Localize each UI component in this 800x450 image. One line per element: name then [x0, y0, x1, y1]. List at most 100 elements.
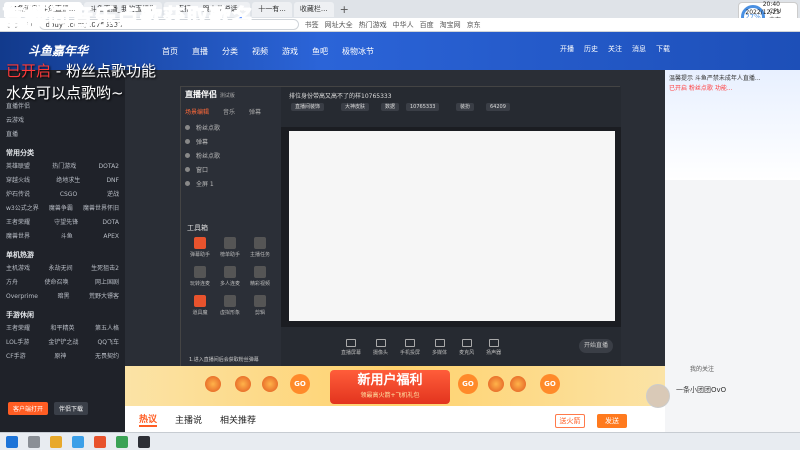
- info-chip[interactable]: 装扮: [456, 103, 475, 111]
- tool-item[interactable]: 多人连麦: [215, 266, 245, 287]
- tab-hot[interactable]: 热议: [139, 412, 158, 427]
- scene-item[interactable]: 弹幕: [185, 135, 208, 147]
- category-row[interactable]: Overprime 暗黑 荒野大镖客: [0, 290, 125, 304]
- gift-icon[interactable]: [205, 376, 221, 392]
- panel-item[interactable]: 直播: [0, 128, 125, 142]
- source-item[interactable]: 麦克风: [459, 338, 474, 356]
- info-chip[interactable]: 大神皮肤: [341, 103, 370, 111]
- nav-item[interactable]: 极物冰节: [342, 46, 374, 57]
- app-icon[interactable]: [116, 435, 128, 448]
- scene-item[interactable]: 粉丝点歌: [185, 149, 220, 161]
- browser-tab[interactable]: 十一有...: [252, 1, 292, 17]
- scene-item[interactable]: 全屏 1: [185, 177, 214, 189]
- notice-text: 温馨提示 斗鱼严禁未成年人直播...: [669, 75, 761, 82]
- start-icon[interactable]: [6, 435, 18, 448]
- tab-related[interactable]: 相关推荐: [220, 413, 256, 426]
- nav-item[interactable]: 首页: [162, 46, 178, 57]
- category-row[interactable]: 主机游戏 永劫无间 生死狙击2: [0, 262, 125, 276]
- category-row[interactable]: 王者荣耀 守望先锋 DOTA: [0, 216, 125, 230]
- source-item[interactable]: 扬声器: [486, 338, 501, 356]
- eye-icon[interactable]: [185, 166, 190, 172]
- bookmark[interactable]: 淘宝网: [440, 20, 461, 30]
- category-row[interactable]: 英雄联盟 热门游戏 DOTA2: [0, 160, 125, 174]
- source-bar: 直播屏幕 摄像头 手机投屏 多媒体 麦克风 扬声器 开始直播: [281, 327, 621, 367]
- eye-icon[interactable]: [185, 180, 190, 186]
- category-row[interactable]: 魔兽世界 斗鱼 APEX: [0, 230, 125, 244]
- category-row[interactable]: 炉石传说 CSGO 逆战: [0, 188, 125, 202]
- nav-item[interactable]: 鱼吧: [312, 46, 328, 57]
- header-action[interactable]: 下载: [656, 44, 670, 54]
- scene-item[interactable]: 窗口: [185, 163, 208, 175]
- tool-item[interactable]: 剪辑: [245, 295, 275, 316]
- tab-host-says[interactable]: 主播说: [175, 413, 202, 426]
- nav-item[interactable]: 分类: [222, 46, 238, 57]
- bookmark[interactable]: 百度: [420, 20, 434, 30]
- gift-icon[interactable]: [510, 376, 526, 392]
- site-logo[interactable]: 斗鱼嘉年华: [28, 42, 88, 59]
- app-icon[interactable]: [138, 435, 150, 448]
- bookmark[interactable]: 京东: [467, 20, 481, 30]
- send-button[interactable]: 发送: [597, 414, 627, 428]
- app-icon[interactable]: [94, 435, 106, 448]
- new-tab-icon[interactable]: +: [336, 3, 353, 16]
- folder-icon[interactable]: [50, 435, 62, 448]
- header-action[interactable]: 关注: [608, 44, 622, 54]
- go-badge[interactable]: GO: [290, 374, 310, 394]
- category-row[interactable]: w3公式之界 魔兽争霸 魔兽世界怀旧: [0, 202, 125, 216]
- tool-item[interactable]: 精彩视频: [245, 266, 275, 287]
- eye-icon[interactable]: [185, 138, 190, 144]
- eye-icon[interactable]: [185, 124, 190, 130]
- gift-icon[interactable]: [262, 376, 278, 392]
- open-client-button[interactable]: 客户端打开: [8, 402, 49, 415]
- nav-item[interactable]: 直播: [192, 46, 208, 57]
- bookmark[interactable]: 网址大全: [325, 20, 353, 30]
- eye-icon[interactable]: [185, 152, 190, 158]
- tool-item[interactable]: 虚拟形象: [215, 295, 245, 316]
- tool-item[interactable]: 道具魔: [185, 295, 215, 316]
- clock: 20:40 2022/12/23: [745, 1, 780, 16]
- info-chip[interactable]: 直播间装饰: [291, 103, 325, 111]
- scene-item[interactable]: 粉丝点歌: [185, 121, 220, 133]
- browser-tab[interactable]: 收藏栏...: [293, 1, 334, 17]
- category-row[interactable]: 王者荣耀 和平精英 第五人格: [0, 322, 125, 336]
- bookmark[interactable]: 书签: [305, 20, 319, 30]
- bookmark[interactable]: 热门游戏: [359, 20, 387, 30]
- category-row[interactable]: 穿越火线 绝地求生 DNF: [0, 174, 125, 188]
- browser-icon[interactable]: [72, 435, 84, 448]
- source-item[interactable]: 手机投屏: [400, 338, 420, 356]
- source-item[interactable]: 直播屏幕: [341, 338, 361, 356]
- category-row[interactable]: LOL手游 金铲铲之战 QQ飞车: [0, 336, 125, 350]
- header-action[interactable]: 历史: [584, 44, 598, 54]
- search-icon[interactable]: [28, 435, 40, 448]
- header-actions: 开播 历史 关注 消息 下载: [560, 44, 670, 54]
- download-companion-button[interactable]: 伴侣下载: [54, 402, 89, 415]
- tool-item[interactable]: 弹幕助手: [185, 237, 215, 258]
- tab-scene-edit[interactable]: 场景编辑: [185, 107, 209, 116]
- go-badge[interactable]: GO: [458, 374, 478, 394]
- nav-item[interactable]: 游戏: [282, 46, 298, 57]
- tool-item[interactable]: 榜单助手: [215, 237, 245, 258]
- start-live-button[interactable]: 开始直播: [579, 339, 613, 353]
- left-category-panel: 直播伴侣 云游戏 直播 常用分类 英雄联盟 热门游戏 DOTA2 穿越火线 绝地求生 D…: [0, 70, 125, 432]
- avatar[interactable]: [646, 384, 670, 408]
- nav-item[interactable]: 视频: [252, 46, 268, 57]
- tool-item[interactable]: 主播任务: [245, 237, 275, 258]
- tool-item[interactable]: 玩转连麦: [185, 266, 215, 287]
- category-row[interactable]: CF手游 原神 无畏契约: [0, 350, 125, 364]
- go-badge[interactable]: GO: [540, 374, 560, 394]
- panel-item[interactable]: 云游戏: [0, 114, 125, 128]
- tab-danmaku[interactable]: 弹幕: [249, 107, 261, 116]
- app-tabs: 场景编辑 音乐 弹幕: [185, 107, 261, 116]
- header-action[interactable]: 开播: [560, 44, 574, 54]
- new-user-promo[interactable]: 新用户福利 领最高火箭+飞机礼包: [330, 370, 450, 404]
- send-rocket-button[interactable]: 送火箭: [555, 414, 585, 428]
- category-row[interactable]: 方舟 使命召唤 网上国剧: [0, 276, 125, 290]
- gift-icon[interactable]: [235, 376, 251, 392]
- header-action[interactable]: 消息: [632, 44, 646, 54]
- gift-icon[interactable]: [488, 376, 504, 392]
- bookmark[interactable]: 中华人: [393, 20, 414, 30]
- tab-music[interactable]: 音乐: [223, 107, 235, 116]
- source-item[interactable]: 摄像头: [373, 338, 388, 356]
- source-item[interactable]: 多媒体: [432, 338, 447, 356]
- host-name[interactable]: 一条小团团OvO: [676, 385, 726, 395]
